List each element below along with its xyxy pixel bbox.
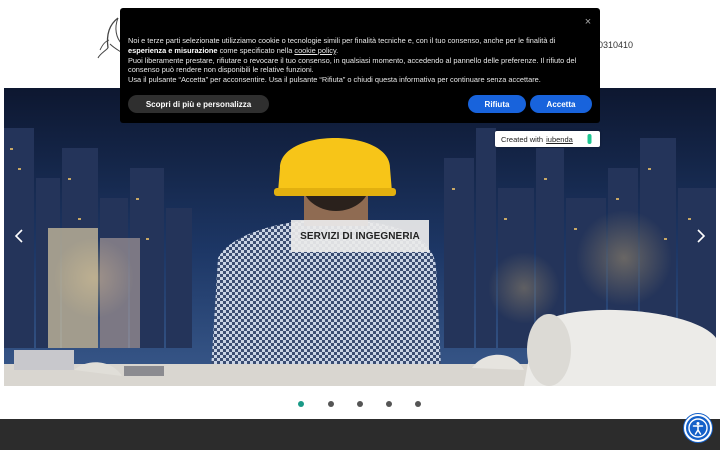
accessibility-icon <box>688 418 708 438</box>
slider-dot-1[interactable] <box>298 401 304 407</box>
accept-button[interactable]: Accetta <box>530 95 592 113</box>
page: 0310410 SERVIZI DI INGEGNERIA Created wi… <box>0 0 720 450</box>
hero-slider: SERVIZI DI INGEGNERIA Created with iuben… <box>4 88 716 386</box>
badge-prefix: Created with <box>501 134 544 144</box>
cookie-policy-link[interactable]: cookie policy <box>294 46 336 55</box>
cookie-text-3: Puoi liberamente prestare, rifiutare o r… <box>128 55 577 75</box>
chevron-left-icon[interactable] <box>12 228 26 244</box>
cookie-text-4: Usa il pulsante “Accetta” per acconsenti… <box>128 75 541 85</box>
cookie-message: Noi e terze parti selezionate utilizziam… <box>128 36 578 85</box>
accessibility-button[interactable] <box>684 414 712 442</box>
slider-dot-3[interactable] <box>357 401 363 407</box>
footer-strip <box>0 419 720 450</box>
iubenda-leaf-icon <box>587 134 592 144</box>
reject-button[interactable]: Rifiuta <box>468 95 526 113</box>
chevron-right-icon[interactable] <box>694 228 708 244</box>
slider-dot-2[interactable] <box>328 401 334 407</box>
slider-dot-5[interactable] <box>415 401 421 407</box>
slide-caption[interactable]: SERVIZI DI INGEGNERIA <box>291 220 429 252</box>
cookie-text-2: come specificato nella <box>217 45 295 55</box>
header-phone[interactable]: 0310410 <box>598 40 633 50</box>
cookie-text-1: Noi e terze parti selezionate utilizziam… <box>128 36 556 45</box>
slider-dot-4[interactable] <box>386 401 392 407</box>
iubenda-badge[interactable]: Created with iubenda <box>495 131 600 147</box>
iubenda-link[interactable]: iubenda <box>546 135 573 144</box>
customize-button[interactable]: Scopri di più e personalizza <box>128 95 269 113</box>
cookie-text-bold: esperienza e misurazione <box>128 45 218 55</box>
close-icon[interactable]: × <box>583 17 593 28</box>
cookie-text-end: . <box>336 45 339 55</box>
